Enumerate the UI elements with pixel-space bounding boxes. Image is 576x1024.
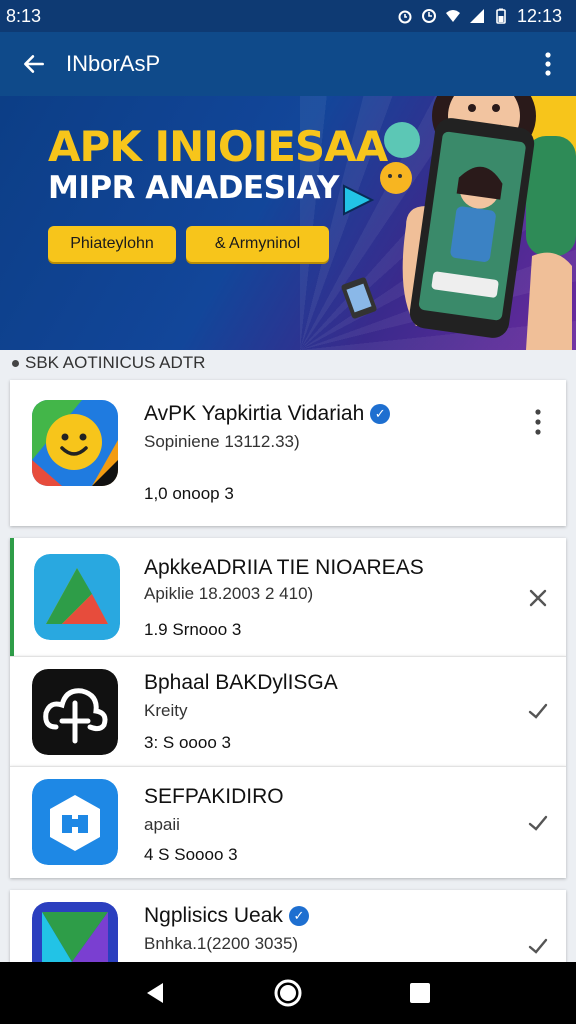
status-icons: 12:13 bbox=[397, 6, 562, 27]
circle-home-icon bbox=[274, 979, 302, 1007]
app-icon bbox=[34, 554, 120, 640]
app-subtitle: apaii bbox=[144, 815, 180, 834]
more-options-button[interactable] bbox=[526, 408, 550, 435]
dismiss-button[interactable] bbox=[526, 586, 550, 610]
app-name: SEFPAKIDIRO bbox=[144, 785, 284, 808]
hero-banner[interactable]: APK INIOIESAA MIPR ANADESIAY Phiateylohn… bbox=[0, 96, 576, 350]
alarm-icon bbox=[398, 10, 412, 24]
hero-button-secondary[interactable]: & Armyninol bbox=[186, 226, 329, 262]
app-meta: 1,0 onoop 3 bbox=[144, 484, 234, 503]
section-header-label: SBK AOTINICUS ADTR bbox=[25, 353, 206, 372]
check-icon bbox=[528, 815, 548, 831]
hero-subheadline: MIPR ANADESIAY bbox=[48, 170, 339, 206]
check-icon bbox=[528, 938, 548, 954]
battery-icon bbox=[496, 8, 506, 24]
app-subtitle: Kreity bbox=[144, 701, 188, 720]
triangle-back-icon bbox=[147, 983, 163, 1003]
clock-icon bbox=[421, 9, 436, 23]
bullet-dot bbox=[12, 359, 19, 367]
more-vert-icon bbox=[545, 52, 551, 76]
app-meta: 1.9 Srnooo 3 bbox=[144, 620, 242, 639]
app-name: AvPK Yapkirtia Vidariah ✓ bbox=[144, 402, 391, 426]
app-name: ApkkeADRIIA TIE NIOAREAS bbox=[144, 556, 424, 579]
nav-back-button[interactable] bbox=[136, 973, 176, 1013]
nav-recents-button[interactable] bbox=[400, 973, 440, 1013]
check-icon bbox=[528, 703, 548, 719]
section-header: SBK AOTINICUS ADTR bbox=[0, 350, 576, 376]
installed-check-button[interactable] bbox=[526, 811, 550, 835]
app-card[interactable]: SEFPAKIDIRO apaii 4 S Soooo 3 bbox=[10, 766, 566, 878]
wifi-icon bbox=[445, 10, 460, 22]
status-time-left: 8:13 bbox=[6, 5, 42, 26]
status-bar: 8:13 12:13 bbox=[0, 0, 576, 32]
app-icon bbox=[32, 400, 118, 486]
more-vert-icon bbox=[535, 409, 541, 435]
smiley-app-icon bbox=[32, 400, 118, 486]
app-icon bbox=[32, 669, 118, 755]
app-name: Ngplisics Ueak ✓ bbox=[144, 904, 309, 928]
system-nav-bar bbox=[0, 962, 576, 1024]
app-card[interactable]: AvPK Yapkirtia Vidariah ✓ Sopiniene 13112… bbox=[10, 380, 566, 526]
triangle-drive-app-icon bbox=[34, 554, 120, 640]
app-card[interactable]: ApkkeADRIIA TIE NIOAREAS Apiklie 18.2003… bbox=[10, 538, 566, 656]
close-icon bbox=[529, 589, 547, 607]
app-meta: 4 S Soooo 3 bbox=[144, 845, 238, 864]
status-time-right: 12:13 bbox=[516, 5, 562, 26]
back-button[interactable] bbox=[14, 44, 54, 84]
app-icon bbox=[32, 779, 118, 865]
cloud-app-icon bbox=[32, 669, 118, 755]
app-meta: 3: S oooo 3 bbox=[144, 733, 231, 752]
verified-badge-icon: ✓ bbox=[288, 906, 309, 926]
nav-home-button[interactable] bbox=[268, 973, 308, 1013]
hero-button-primary[interactable]: Phiateylohn bbox=[48, 226, 176, 262]
app-card[interactable]: Bphaal BAKDylISGA Kreity 3: S oooo 3 bbox=[10, 656, 566, 766]
box-app-icon bbox=[32, 779, 118, 865]
app-title: INborAsP bbox=[66, 51, 161, 76]
installed-check-button[interactable] bbox=[526, 699, 550, 723]
app-name: Bphaal BAKDylISGA bbox=[144, 671, 338, 694]
square-recents-icon bbox=[410, 983, 430, 1003]
hero-illustration bbox=[341, 96, 576, 350]
app-bar: INborAsP bbox=[0, 32, 576, 96]
installed-check-button[interactable] bbox=[526, 934, 550, 958]
verified-badge-icon: ✓ bbox=[370, 404, 391, 424]
app-subtitle: Sopiniene 13112.33) bbox=[144, 432, 300, 451]
app-subtitle: Apiklie 18.2003 2 410) bbox=[144, 584, 314, 603]
overflow-menu-button[interactable] bbox=[536, 50, 560, 78]
app-subtitle: Bnhka.1(2200 3035) bbox=[144, 934, 299, 953]
signal-icon bbox=[469, 9, 484, 23]
arrow-left-icon bbox=[24, 55, 44, 73]
